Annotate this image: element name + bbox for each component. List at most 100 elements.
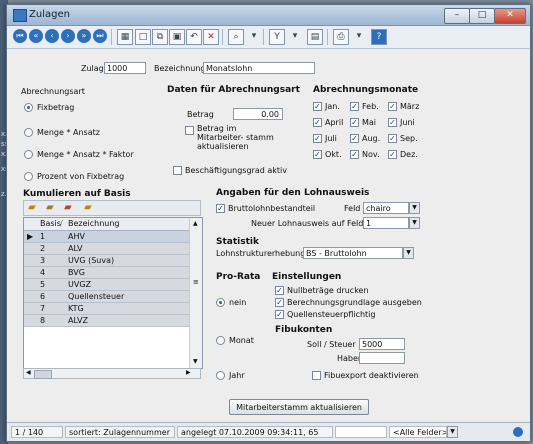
table-vertical-scrollbar[interactable]: ▲ ≡ ▼ bbox=[189, 218, 202, 368]
grid-view-icon[interactable]: ▦ bbox=[117, 29, 133, 45]
betrag-label: Betrag bbox=[187, 110, 214, 119]
print-icon[interactable]: ⎙ bbox=[333, 29, 349, 45]
column-header-bezeichnung[interactable]: Bezeichnung bbox=[68, 218, 120, 229]
zulagen-window: Zulagen – □ ✕ ⏮ « ‹ › » ⏭ ▦ □ ⧉ ▣ ↶ ✕ ⌕ … bbox=[6, 4, 531, 442]
scroll-left-icon[interactable]: ◀ bbox=[26, 369, 31, 376]
month-checkbox[interactable]: ✓ bbox=[313, 102, 322, 111]
abrechnungsart-radio-prozent[interactable] bbox=[24, 172, 33, 181]
zulage-input[interactable]: 1000 bbox=[104, 62, 146, 74]
table-row[interactable]: 8 ALVZ bbox=[24, 315, 189, 327]
field-filter-dropdown-icon[interactable]: ▼ bbox=[447, 426, 458, 438]
first-record-icon[interactable]: ⏮ bbox=[13, 29, 27, 43]
toolbar: ⏮ « ‹ › » ⏭ ▦ □ ⧉ ▣ ↶ ✕ ⌕ ▾ Y ▾ ▤ ⎙ ▾ ? bbox=[7, 26, 530, 49]
neuer-lohnausweis-select[interactable]: 1 bbox=[363, 217, 409, 229]
field-filter-select[interactable]: <Alle Felder> bbox=[389, 426, 447, 438]
bruttolohn-checkbox[interactable]: ✓ bbox=[216, 204, 225, 213]
row-pointer-icon: ▶ bbox=[27, 232, 34, 241]
table-row[interactable]: 6 Quellensteuer bbox=[24, 291, 189, 303]
bezeichnung-input[interactable]: Monatslohn bbox=[203, 62, 315, 74]
scroll-down-icon[interactable]: ▼ bbox=[193, 358, 198, 365]
month-checkbox[interactable]: ✓ bbox=[388, 134, 397, 143]
table-horizontal-scrollbar[interactable]: ◀ ▶ bbox=[23, 368, 201, 379]
month-checkbox[interactable]: ✓ bbox=[388, 102, 397, 111]
month-checkbox[interactable]: ✓ bbox=[313, 150, 322, 159]
last-record-icon[interactable]: ⏭ bbox=[93, 29, 107, 43]
month-checkbox[interactable]: ✓ bbox=[350, 102, 359, 111]
filter-icon[interactable]: Y bbox=[269, 29, 285, 45]
beschaeftigungsgrad-checkbox[interactable] bbox=[173, 166, 182, 175]
betrag-input[interactable]: 0.00 bbox=[233, 108, 283, 120]
delete-icon[interactable]: ✕ bbox=[203, 29, 219, 45]
abrechnungsart-radio-menge-ansatz-faktor[interactable] bbox=[24, 150, 33, 159]
scroll-thumb[interactable] bbox=[34, 370, 52, 379]
minimize-button[interactable]: – bbox=[444, 8, 470, 24]
neuer-lohnausweis-dropdown-icon[interactable]: ▼ bbox=[409, 217, 420, 229]
soll-input[interactable]: 5000 bbox=[359, 338, 405, 350]
table-row[interactable]: 3 UVG (Suva) bbox=[24, 255, 189, 267]
month-checkbox[interactable]: ✓ bbox=[350, 118, 359, 127]
table-row[interactable]: 2 ALV bbox=[24, 243, 189, 255]
maximize-button[interactable]: □ bbox=[469, 8, 495, 24]
abrechnungsart-radio-menge-ansatz[interactable] bbox=[24, 128, 33, 137]
table-row[interactable]: ▶ 1 AHV bbox=[24, 231, 189, 243]
prorata-radio-nein[interactable] bbox=[216, 298, 225, 307]
berechnungsgrundlage-checkbox[interactable]: ✓ bbox=[275, 298, 284, 307]
delete-folder-icon[interactable]: ▰ bbox=[64, 202, 72, 213]
month-checkbox[interactable]: ✓ bbox=[388, 118, 397, 127]
einstellungen-heading: Einstellungen bbox=[272, 272, 342, 282]
feld-dropdown-icon[interactable]: ▼ bbox=[409, 202, 420, 214]
mitarbeiterstamm-aktualisieren-button[interactable]: Mitarbeiterstamm aktualisieren bbox=[229, 399, 369, 415]
quellensteuer-checkbox[interactable]: ✓ bbox=[275, 310, 284, 319]
scroll-right-icon[interactable]: ▶ bbox=[186, 369, 191, 376]
scroll-grip-icon[interactable]: ≡ bbox=[193, 278, 199, 286]
save-icon[interactable]: ▣ bbox=[169, 29, 185, 45]
report-icon[interactable]: ▤ bbox=[307, 29, 323, 45]
neuer-lohnausweis-label: Neuer Lohnausweis auf Feld bbox=[251, 219, 364, 228]
statistik-dropdown-icon[interactable]: ▼ bbox=[403, 247, 414, 259]
open-folder-icon[interactable]: ▰ bbox=[84, 202, 92, 213]
new-record-icon[interactable]: □ bbox=[135, 29, 151, 45]
search-dropdown-icon[interactable]: ▾ bbox=[247, 29, 261, 43]
nullbetraege-checkbox[interactable]: ✓ bbox=[275, 286, 284, 295]
betrag-stamm-checkbox[interactable] bbox=[185, 126, 194, 135]
prorata-radio-jahr[interactable] bbox=[216, 371, 225, 380]
abrechnungsart-radio-fixbetrag[interactable] bbox=[24, 103, 33, 112]
month-checkbox[interactable]: ✓ bbox=[350, 150, 359, 159]
month-label: April bbox=[325, 118, 344, 127]
next-record-icon[interactable]: › bbox=[61, 29, 75, 43]
prev-page-icon[interactable]: « bbox=[29, 29, 43, 43]
bruttolohn-label: Bruttolohnbestandteil bbox=[228, 204, 316, 213]
print-dropdown-icon[interactable]: ▾ bbox=[352, 29, 366, 43]
month-checkbox[interactable]: ✓ bbox=[313, 118, 322, 127]
close-button[interactable]: ✕ bbox=[494, 8, 526, 24]
copy-icon[interactable]: ⧉ bbox=[152, 29, 168, 45]
table-row[interactable]: 4 BVG bbox=[24, 267, 189, 279]
scroll-up-icon[interactable]: ▲ bbox=[193, 220, 198, 227]
table-row[interactable]: 5 UVGZ bbox=[24, 279, 189, 291]
statistik-label: Lohnstrukturerhebung bbox=[216, 249, 306, 258]
help-icon[interactable]: ? bbox=[371, 29, 387, 45]
statistik-select[interactable]: BS - Bruttolohn bbox=[303, 247, 403, 259]
prorata-radio-monat[interactable] bbox=[216, 336, 225, 345]
undo-icon[interactable]: ↶ bbox=[186, 29, 202, 45]
fibuexport-checkbox[interactable] bbox=[312, 371, 321, 380]
feld-select[interactable]: chairo bbox=[363, 202, 409, 214]
search-icon[interactable]: ⌕ bbox=[228, 29, 244, 45]
title-bar[interactable]: Zulagen – □ ✕ bbox=[7, 5, 530, 26]
haben-input[interactable] bbox=[359, 352, 405, 364]
month-label: März bbox=[400, 102, 420, 111]
filter-dropdown-icon[interactable]: ▾ bbox=[288, 29, 302, 43]
month-checkbox[interactable]: ✓ bbox=[388, 150, 397, 159]
add-folder-icon[interactable]: ▰ bbox=[28, 202, 36, 213]
cell-bezeichnung: UVGZ bbox=[68, 280, 92, 289]
column-header-basis[interactable]: Basis bbox=[40, 218, 61, 229]
table-row[interactable]: 7 KTG bbox=[24, 303, 189, 315]
prev-record-icon[interactable]: ‹ bbox=[45, 29, 59, 43]
edit-folder-icon[interactable]: ▰ bbox=[46, 202, 54, 213]
cell-bezeichnung: ALVZ bbox=[68, 316, 89, 325]
month-checkbox[interactable]: ✓ bbox=[350, 134, 359, 143]
month-checkbox[interactable]: ✓ bbox=[313, 134, 322, 143]
cell-bezeichnung: AHV bbox=[68, 232, 85, 241]
month-label: Juni bbox=[400, 118, 415, 127]
next-page-icon[interactable]: » bbox=[77, 29, 91, 43]
